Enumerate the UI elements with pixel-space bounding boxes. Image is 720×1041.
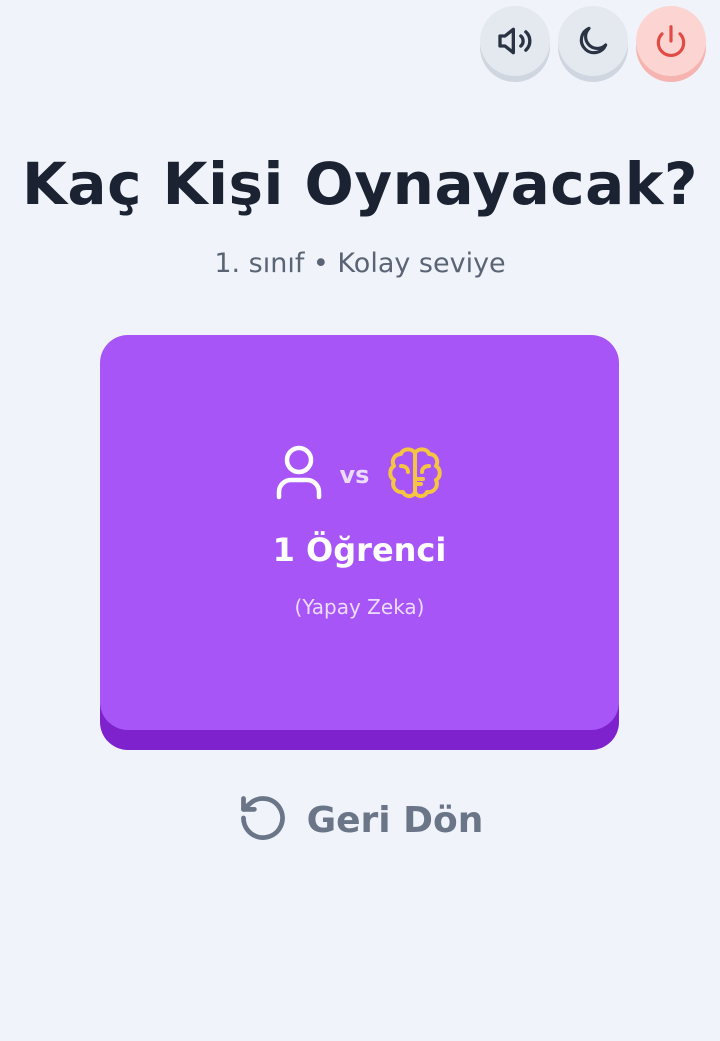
- mode-subtitle: (Yapay Zeka): [294, 595, 425, 619]
- page-subtitle: 1. sınıf • Kolay seviye: [214, 248, 506, 279]
- power-icon: [652, 22, 690, 60]
- theme-toggle-button[interactable]: [558, 6, 628, 76]
- back-button[interactable]: Geri Dön: [0, 792, 720, 848]
- volume-icon: [495, 21, 535, 61]
- moon-icon: [574, 22, 612, 60]
- back-label: Geri Dön: [306, 799, 484, 841]
- vs-row: vs: [100, 443, 619, 507]
- brain-icon: [385, 443, 445, 507]
- user-icon: [274, 444, 324, 506]
- page-title: Kaç Kişi Oynayacak?: [21, 150, 699, 218]
- power-button[interactable]: [636, 6, 706, 76]
- single-player-mode-card[interactable]: vs 1 Öğrenci (Yapay Zeka): [100, 335, 619, 730]
- rotate-ccw-icon: [237, 792, 289, 848]
- top-controls: [480, 6, 706, 76]
- vs-label: vs: [339, 461, 370, 489]
- sound-button[interactable]: [480, 6, 550, 76]
- mode-title: 1 Öğrenci: [272, 531, 447, 569]
